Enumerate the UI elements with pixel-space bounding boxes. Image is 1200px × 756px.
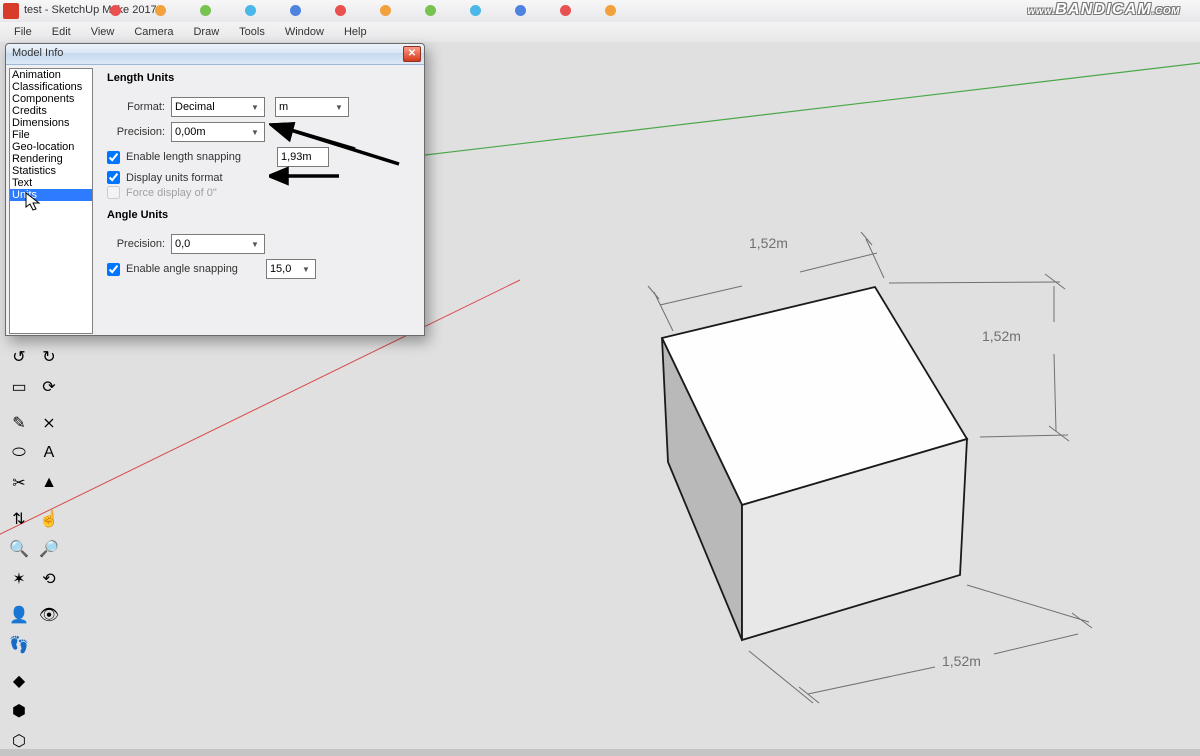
category-rendering[interactable]: Rendering [10, 153, 92, 165]
close-icon[interactable]: ✕ [403, 46, 421, 62]
tool-button[interactable]: ⬢ [4, 696, 34, 726]
section-length-units: Length Units [107, 72, 409, 84]
menu-edit[interactable]: Edit [42, 23, 81, 41]
tool-button[interactable]: ↻ [34, 342, 64, 372]
tool-column: ↺↻▭⟳✎⨯⬭A✂▲⇅☝🔍🔎✶⟲👤👁👣 ◆⬢⬡ [4, 342, 64, 756]
tool-button[interactable]: 🔍 [4, 534, 34, 564]
dialog-titlebar[interactable]: Model Info ✕ [6, 44, 424, 65]
tool-button[interactable]: ↺ [4, 342, 34, 372]
category-credits[interactable]: Credits [10, 105, 92, 117]
category-file[interactable]: File [10, 129, 92, 141]
category-components[interactable]: Components [10, 93, 92, 105]
menu-window[interactable]: Window [275, 23, 334, 41]
category-list[interactable]: AnimationClassificationsComponentsCredit… [9, 68, 93, 334]
category-geo-location[interactable]: Geo-location [10, 141, 92, 153]
chevron-down-icon: ▼ [248, 100, 262, 114]
tool-button[interactable]: ☝ [34, 504, 64, 534]
bandicam-watermark: www.BANDICAM.COM [1027, 1, 1180, 19]
chevron-down-icon: ▼ [299, 262, 313, 276]
angle-precision-label: Precision: [107, 238, 165, 250]
angle-snapping-value[interactable]: 15,0 ▼ [266, 259, 316, 279]
tool-button[interactable]: ⬭ [4, 438, 34, 468]
tool-button[interactable]: 👤 [4, 600, 34, 630]
tool-button[interactable]: ⬡ [4, 726, 34, 756]
length-precision-dropdown[interactable]: 0,00m ▼ [171, 122, 265, 142]
category-dimensions[interactable]: Dimensions [10, 117, 92, 129]
tool-button[interactable]: 🔎 [34, 534, 64, 564]
force-display-checkbox: Force display of 0" [107, 186, 409, 199]
category-text[interactable]: Text [10, 177, 92, 189]
tool-button[interactable]: ▲ [34, 468, 64, 498]
tool-button[interactable]: A [34, 438, 64, 468]
enable-angle-snapping-checkbox[interactable]: Enable angle snapping [107, 263, 238, 276]
tool-button[interactable]: ⇅ [4, 504, 34, 534]
category-units[interactable]: Units [10, 189, 92, 201]
tab-dots [110, 5, 616, 16]
format-label: Format: [107, 101, 165, 113]
tool-button[interactable]: ▭ [4, 372, 34, 402]
tool-button[interactable]: ✶ [4, 564, 34, 594]
dialog-panel: Length Units Format: Decimal ▼ m ▼ Preci… [93, 68, 421, 334]
chevron-down-icon: ▼ [248, 125, 262, 139]
chevron-down-icon: ▼ [332, 100, 346, 114]
dialog-title: Model Info [12, 47, 63, 59]
menu-file[interactable]: File [4, 23, 42, 41]
tool-button[interactable]: 👣 [4, 630, 34, 660]
format-dropdown[interactable]: Decimal ▼ [171, 97, 265, 117]
tool-button[interactable]: ◆ [4, 666, 34, 696]
category-statistics[interactable]: Statistics [10, 165, 92, 177]
enable-length-snapping-checkbox[interactable]: Enable length snapping [107, 151, 241, 164]
category-animation[interactable]: Animation [10, 69, 92, 81]
tool-button[interactable]: ✂ [4, 468, 34, 498]
unit-dropdown[interactable]: m ▼ [275, 97, 349, 117]
category-classifications[interactable]: Classifications [10, 81, 92, 93]
menu-view[interactable]: View [81, 23, 125, 41]
angle-precision-dropdown[interactable]: 0,0 ▼ [171, 234, 265, 254]
tool-button[interactable]: 👁 [34, 600, 64, 630]
model-info-dialog: Model Info ✕ AnimationClassificationsCom… [5, 43, 425, 336]
menu-help[interactable]: Help [334, 23, 377, 41]
precision-label: Precision: [107, 126, 165, 138]
chevron-down-icon: ▼ [248, 237, 262, 251]
tool-button[interactable]: ⟲ [34, 564, 64, 594]
main-menubar: FileEditViewCameraDrawToolsWindowHelp [0, 22, 1200, 43]
menu-tools[interactable]: Tools [229, 23, 275, 41]
tool-button[interactable]: ✎ [4, 408, 34, 438]
window-titlebar: test - SketchUp Make 2017 www.BANDICAM.C… [0, 0, 1200, 23]
menu-camera[interactable]: Camera [124, 23, 183, 41]
menu-draw[interactable]: Draw [183, 23, 229, 41]
section-angle-units: Angle Units [107, 209, 409, 221]
display-units-format-checkbox[interactable]: Display units format [107, 171, 409, 184]
app-icon [3, 3, 19, 19]
tool-button[interactable]: ⨯ [34, 408, 64, 438]
tool-button[interactable]: ⟳ [34, 372, 64, 402]
